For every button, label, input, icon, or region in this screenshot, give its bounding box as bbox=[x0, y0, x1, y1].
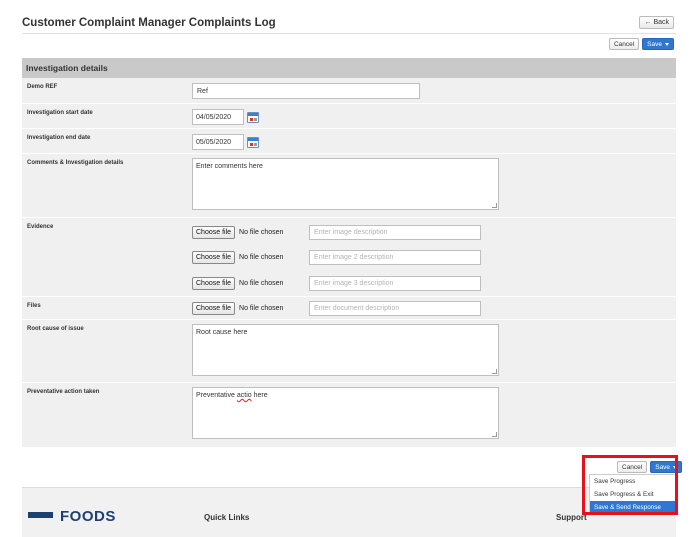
investigation-form: Investigation details Demo REF Ref Inves… bbox=[22, 58, 676, 448]
preventative-text: Preventative actio here bbox=[196, 392, 268, 399]
quick-links-heading: Quick Links bbox=[204, 513, 250, 522]
calendar-icon[interactable] bbox=[247, 111, 259, 123]
image-description-input[interactable]: Enter image description bbox=[309, 225, 482, 240]
files-label: Files bbox=[27, 303, 41, 309]
bottom-actions: Cancel Save bbox=[617, 461, 683, 473]
misspelled-word: actio bbox=[236, 392, 252, 399]
page: Customer Complaint Manager Complaints Lo… bbox=[0, 0, 691, 537]
comments-text: Enter comments here bbox=[196, 163, 263, 170]
bottom-save-label: Save bbox=[655, 463, 671, 471]
back-button-label: Back bbox=[653, 19, 669, 26]
evidence-label: Evidence bbox=[27, 224, 54, 230]
choose-file-button[interactable]: Choose file bbox=[192, 277, 236, 290]
start-date-group: 04/05/2020 bbox=[192, 109, 259, 125]
preventative-text-suffix: here bbox=[251, 392, 268, 399]
demo-ref-label: Demo REF bbox=[27, 84, 58, 90]
resize-handle-icon[interactable] bbox=[492, 203, 497, 208]
demo-ref-row: Demo REF Ref bbox=[22, 78, 676, 104]
comments-row: Comments & Investigation details Enter c… bbox=[22, 154, 676, 218]
preventative-label: Preventative action taken bbox=[27, 389, 100, 395]
page-header: Customer Complaint Manager Complaints Lo… bbox=[22, 12, 676, 34]
menu-item-save-send-response[interactable]: Save & Send Response bbox=[590, 501, 676, 512]
comments-textarea[interactable]: Enter comments here bbox=[192, 158, 499, 210]
evidence-file-3: Choose file No file chosen Enter image 3… bbox=[192, 276, 482, 291]
root-cause-row: Root cause of issue Root cause here bbox=[22, 320, 676, 383]
root-cause-textarea[interactable]: Root cause here bbox=[192, 324, 499, 376]
demo-ref-input[interactable]: Ref bbox=[192, 83, 420, 99]
start-date-row: Investigation start date 04/05/2020 bbox=[22, 104, 676, 129]
root-cause-label: Root cause of issue bbox=[27, 326, 84, 332]
evidence-file-2: Choose file No file chosen Enter image 2… bbox=[192, 250, 482, 265]
evidence-row: Evidence Choose file No file chosen Ente… bbox=[22, 218, 676, 297]
evidence-file-1: Choose file No file chosen Enter image d… bbox=[192, 225, 482, 240]
file-status: No file chosen bbox=[239, 229, 284, 236]
file-status: No file chosen bbox=[239, 305, 284, 312]
end-date-row: Investigation end date 05/05/2020 bbox=[22, 129, 676, 154]
choose-file-button[interactable]: Choose file bbox=[192, 302, 236, 315]
bottom-save-button[interactable]: Save bbox=[650, 461, 683, 473]
menu-item-save-progress[interactable]: Save Progress bbox=[590, 475, 676, 488]
preventative-textarea[interactable]: Preventative actio here bbox=[192, 387, 499, 439]
arrow-left-icon: ← bbox=[644, 19, 652, 26]
page-title: Customer Complaint Manager Complaints Lo… bbox=[22, 17, 276, 29]
root-cause-text: Root cause here bbox=[196, 329, 248, 336]
preventative-row: Preventative action taken Preventative a… bbox=[22, 383, 676, 448]
chevron-down-icon bbox=[673, 465, 678, 469]
support-heading: Support bbox=[556, 513, 587, 522]
save-dropdown-menu: Save Progress Save Progress & Exit Save … bbox=[589, 474, 677, 513]
footer: FOODS Quick Links Support bbox=[22, 487, 676, 537]
end-date-input[interactable]: 05/05/2020 bbox=[192, 134, 244, 150]
section-title: Investigation details bbox=[22, 58, 676, 78]
preventative-text-prefix: Preventative bbox=[196, 392, 237, 399]
file-status: No file chosen bbox=[239, 254, 284, 261]
top-actions: Cancel Save bbox=[608, 38, 674, 50]
resize-handle-icon[interactable] bbox=[492, 432, 497, 437]
footer-logo: FOODS bbox=[60, 508, 116, 525]
save-button[interactable]: Save bbox=[642, 38, 674, 50]
cancel-button[interactable]: Cancel bbox=[608, 38, 640, 50]
resize-handle-icon[interactable] bbox=[492, 369, 497, 374]
chevron-down-icon bbox=[665, 42, 669, 46]
end-date-label: Investigation end date bbox=[27, 135, 91, 141]
start-date-input[interactable]: 04/05/2020 bbox=[192, 109, 244, 125]
logo-mark bbox=[28, 512, 53, 518]
document-file: Choose file No file chosen Enter documen… bbox=[192, 301, 482, 316]
back-button[interactable]: ← Back bbox=[639, 16, 674, 29]
image-2-description-input[interactable]: Enter image 2 description bbox=[309, 250, 482, 265]
image-3-description-input[interactable]: Enter image 3 description bbox=[309, 276, 482, 291]
bottom-cancel-button[interactable]: Cancel bbox=[617, 461, 648, 473]
menu-item-save-progress-exit[interactable]: Save Progress & Exit bbox=[590, 488, 676, 501]
files-row: Files Choose file No file chosen Enter d… bbox=[22, 297, 676, 320]
save-button-label: Save bbox=[647, 40, 662, 48]
choose-file-button[interactable]: Choose file bbox=[192, 226, 236, 239]
start-date-label: Investigation start date bbox=[27, 110, 93, 116]
comments-label: Comments & Investigation details bbox=[27, 160, 124, 166]
end-date-group: 05/05/2020 bbox=[192, 134, 259, 150]
choose-file-button[interactable]: Choose file bbox=[192, 251, 236, 264]
file-status: No file chosen bbox=[239, 280, 284, 287]
calendar-icon[interactable] bbox=[247, 136, 259, 148]
document-description-input[interactable]: Enter document description bbox=[309, 301, 482, 316]
